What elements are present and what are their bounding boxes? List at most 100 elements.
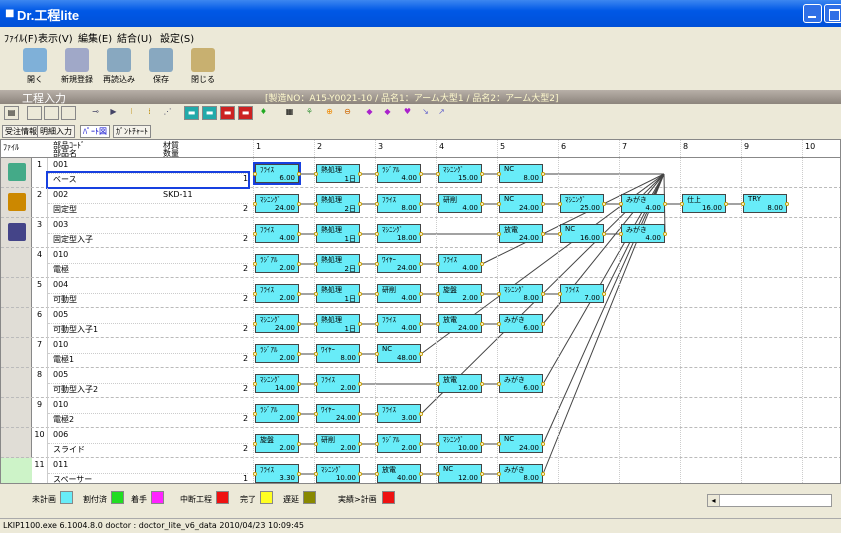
input-connector[interactable] [253,172,257,176]
input-connector[interactable] [436,292,440,296]
tool-button[interactable] [44,106,59,120]
heart-icon[interactable]: ♥ [400,106,415,120]
input-connector[interactable] [314,442,318,446]
input-connector[interactable] [253,382,257,386]
output-connector[interactable] [419,472,423,476]
process-box[interactable]: NC 24.00 [497,194,545,213]
process-box[interactable]: ﾏｼﾆﾝｸﾞ 8.00 [497,284,545,303]
input-connector[interactable] [680,202,684,206]
output-connector[interactable] [297,172,301,176]
arrow-icon[interactable]: ↘ [418,106,433,120]
input-connector[interactable] [314,412,318,416]
input-connector[interactable] [253,472,257,476]
process-box[interactable]: 旋盤 2.00 [436,284,484,303]
open-button[interactable]: 開く [15,47,55,89]
input-connector[interactable] [497,202,501,206]
tool-button[interactable] [27,106,42,120]
output-connector[interactable] [419,232,423,236]
input-connector[interactable] [375,322,379,326]
process-box[interactable]: ﾌﾗｲｽ 3.00 [375,404,423,423]
input-connector[interactable] [253,412,257,416]
output-connector[interactable] [297,472,301,476]
output-connector[interactable] [480,292,484,296]
process-box[interactable]: ﾌﾗｲｽ 7.00 [558,284,606,303]
output-connector[interactable] [480,322,484,326]
maximize-button[interactable] [824,4,841,23]
input-connector[interactable] [375,292,379,296]
output-connector[interactable] [541,292,545,296]
process-box[interactable]: ﾗｼﾞｱﾙ 2.00 [253,344,301,363]
input-connector[interactable] [619,202,623,206]
process-box[interactable]: ﾏｼﾆﾝｸﾞ 24.00 [253,314,301,333]
scroll-left-button[interactable]: ◂ [708,495,720,506]
output-connector[interactable] [785,202,789,206]
process-box[interactable]: ﾗｼﾞｱﾙ 2.00 [253,254,301,273]
menu-file[interactable]: ﾌｧｲﾙ(F) [4,30,38,45]
output-connector[interactable] [541,442,545,446]
menu-merge[interactable]: 結合(U) [117,30,152,45]
output-connector[interactable] [541,172,545,176]
output-connector[interactable] [358,232,362,236]
link-icon[interactable]: ⊸ [88,106,103,120]
process-box[interactable]: みがき 4.00 [619,224,667,243]
output-connector[interactable] [358,292,362,296]
minimize-button[interactable] [803,4,822,23]
output-connector[interactable] [602,292,606,296]
process-box[interactable]: NC 8.00 [497,164,545,183]
tab-detail-input[interactable]: 明細入力 [37,125,75,138]
pin-icon[interactable]: ♦ [256,106,271,120]
process-box[interactable]: 研削 4.00 [436,194,484,213]
process-box[interactable]: ﾏｼﾆﾝｸﾞ 10.00 [314,464,362,483]
process-box[interactable]: 放電 12.00 [436,374,484,393]
process-box[interactable]: ﾏｼﾆﾝｸﾞ 25.00 [558,194,606,213]
input-connector[interactable] [314,292,318,296]
input-connector[interactable] [436,472,440,476]
input-connector[interactable] [375,472,379,476]
process-box[interactable]: ﾌﾗｲｽ 4.00 [436,254,484,273]
output-connector[interactable] [419,412,423,416]
process-box[interactable]: ﾌﾗｲｽ 2.00 [253,284,301,303]
input-connector[interactable] [253,322,257,326]
close-button[interactable]: 閉じる [183,47,223,89]
output-connector[interactable] [419,292,423,296]
input-connector[interactable] [253,352,257,356]
merge-icon[interactable]: ⁞ [142,106,157,120]
output-connector[interactable] [358,412,362,416]
output-connector[interactable] [541,382,545,386]
process-box[interactable]: 熱処理 1日 [314,224,362,243]
process-box[interactable]: 放電 24.00 [497,224,545,243]
process-box[interactable]: 仕上 16.00 [680,194,728,213]
process-box[interactable]: 熱処理 1日 [314,314,362,333]
process-box[interactable]: 研削 4.00 [375,284,423,303]
input-connector[interactable] [436,202,440,206]
input-connector[interactable] [436,172,440,176]
move-left-icon[interactable]: ◆ [362,106,377,120]
input-connector[interactable] [436,442,440,446]
process-box[interactable]: ﾜｲﾔｰ 8.00 [314,344,362,363]
output-connector[interactable] [358,172,362,176]
output-connector[interactable] [480,172,484,176]
output-connector[interactable] [419,322,423,326]
output-connector[interactable] [541,472,545,476]
tool-button[interactable] [61,106,76,120]
new-button[interactable]: 新規登録 [57,47,97,89]
output-connector[interactable] [297,262,301,266]
process-box[interactable]: NC 48.00 [375,344,423,363]
input-connector[interactable] [436,382,440,386]
output-connector[interactable] [724,202,728,206]
input-connector[interactable] [558,292,562,296]
process-box[interactable]: 放電 40.00 [375,464,423,483]
process-box[interactable]: NC 12.00 [436,464,484,483]
menu-settings[interactable]: 設定(S) [160,30,194,45]
output-connector[interactable] [541,232,545,236]
output-connector[interactable] [297,232,301,236]
output-connector[interactable] [358,202,362,206]
save-button[interactable]: 保存 [141,47,181,89]
output-connector[interactable] [541,202,545,206]
input-connector[interactable] [497,442,501,446]
people-icon[interactable]: ⚘ [302,106,317,120]
layout-icon[interactable]: ⋰ [160,106,175,120]
process-box[interactable]: ﾜｲﾔｰ 24.00 [314,404,362,423]
output-connector[interactable] [602,202,606,206]
process-box[interactable]: 熱処理 1日 [314,284,362,303]
